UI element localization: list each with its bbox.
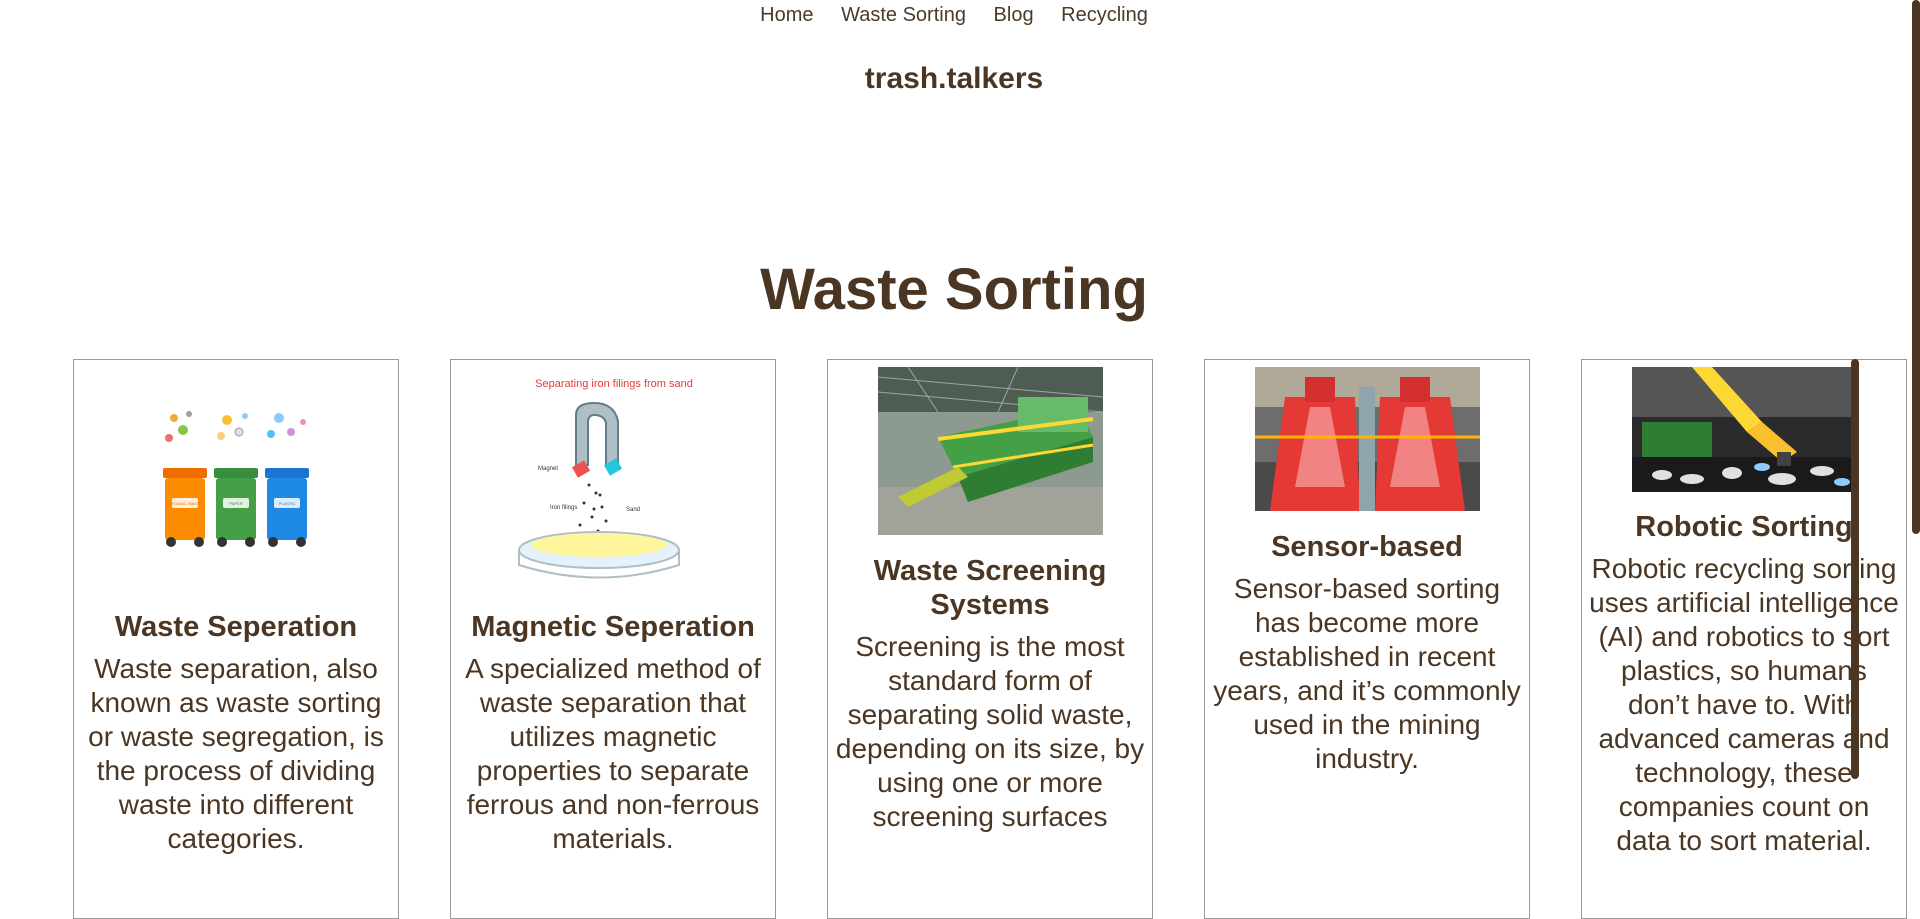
- diagram-caption: Separating iron filings from sand: [535, 378, 693, 390]
- label-sand: Sand: [626, 507, 640, 513]
- page-scrollbar-thumb[interactable]: [1912, 0, 1920, 534]
- card-title: Waste Seperation: [114, 611, 358, 643]
- card-text: Screening is the most standard form of s…: [835, 631, 1145, 832]
- card-text: Sensor-based sorting has become more est…: [1213, 573, 1521, 774]
- nav-waste-sorting[interactable]: Waste Sorting: [841, 4, 966, 26]
- waste-bins-image: ORGANIC WASTE PAPER PLASTIC: [159, 410, 313, 550]
- bin-label-plastic: PLASTIC: [279, 501, 296, 506]
- card-title: Waste Screening Systems: [873, 555, 1107, 621]
- card-scroll-indicator[interactable]: [1851, 359, 1859, 779]
- sensor-sorter-image: [1255, 367, 1480, 511]
- bin-label-organic: ORGANIC WASTE: [168, 501, 202, 506]
- robot-arm-image: [1632, 367, 1857, 492]
- card-text: Waste separation, also known as waste so…: [88, 653, 384, 854]
- card-text: A specialized method of waste separation…: [465, 653, 761, 854]
- card-magnetic-separation: Separating iron filings from sand Magnet…: [450, 359, 776, 919]
- nav-home[interactable]: Home: [760, 4, 813, 26]
- card-title: Magnetic Seperation: [471, 611, 755, 643]
- nav-recycling[interactable]: Recycling: [1061, 4, 1148, 26]
- card-title: Sensor-based: [1271, 531, 1463, 563]
- nav-blog[interactable]: Blog: [994, 4, 1034, 26]
- label-iron-filings: Iron filings: [550, 505, 577, 511]
- bin-label-paper: PAPER: [229, 501, 242, 506]
- card-waste-separation: ORGANIC WASTE PAPER PLASTIC Waste Sepera…: [73, 359, 399, 919]
- magnet-diagram-image: Separating iron filings from sand Magnet…: [514, 375, 714, 590]
- top-nav: Home Waste Sorting Blog Recycling: [0, 4, 1908, 27]
- card-sensor-based: Sensor-based Sensor-based sorting has be…: [1204, 359, 1530, 919]
- card-waste-screening: Waste Screening Systems Screening is the…: [827, 359, 1153, 919]
- label-magnet: Magnet: [538, 466, 558, 472]
- page-title: Waste Sorting: [760, 257, 1148, 322]
- site-brand: trash.talkers: [864, 62, 1044, 95]
- screening-machine-image: [878, 367, 1103, 535]
